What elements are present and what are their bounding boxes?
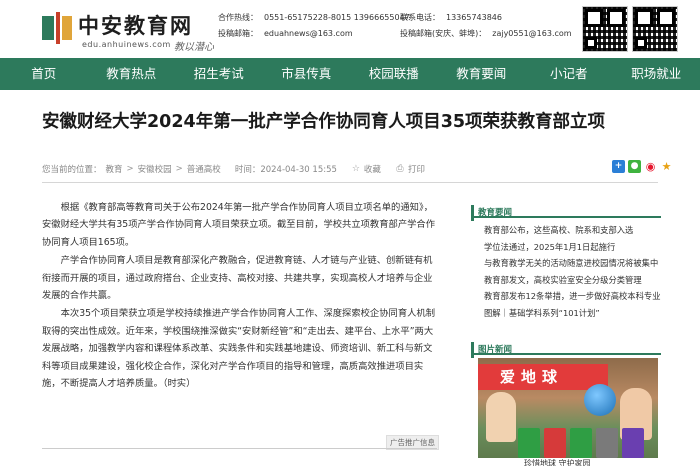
article-bottom-divider — [42, 448, 437, 449]
star-share-icon[interactable]: ★ — [660, 160, 673, 173]
qr-code-icon — [582, 6, 628, 52]
article-paragraph: 产学合作协同育人项目是教育部深化产教融合，促进教育链、人才链与产业链、创新链有机… — [42, 255, 433, 302]
title-divider — [42, 182, 658, 183]
print-link[interactable]: 打印 — [408, 163, 425, 175]
sidebar-news: 教育要闻 教育部公布，这些高校、院系和支部入选 学位法通过，2025年1月1日起… — [471, 200, 661, 322]
wechat-icon[interactable]: ● — [628, 160, 641, 173]
share-bar: + ● ◉ ★ — [612, 160, 676, 173]
nav-item-home[interactable]: 首页 — [0, 58, 88, 90]
logo-url: edu.anhuinews.com — [82, 40, 171, 49]
sidebar-news-list: 教育部公布，这些高校、院系和支部入选 学位法通过，2025年1月1日起施行 与教… — [471, 218, 661, 322]
recycle-bin-icon — [518, 428, 540, 458]
main-nav: 首页 教育热点 招生考试 市县传真 校园联播 教育要闻 小记者 职场就业 — [0, 58, 700, 90]
breadcrumb-sep: > — [126, 164, 134, 174]
logo-mark-icon — [42, 12, 72, 44]
breadcrumb-university[interactable]: 普通高校 — [187, 163, 221, 175]
weibo-icon[interactable]: ◉ — [644, 160, 657, 173]
picture-news-image[interactable]: 爱地球 — [478, 358, 658, 458]
breadcrumb-sep: > — [175, 164, 183, 174]
nav-item-reporter[interactable]: 小记者 — [525, 58, 613, 90]
breadcrumb-campus[interactable]: 安徽校园 — [138, 163, 172, 175]
sidebar-pictures: 图片新闻 — [471, 337, 661, 358]
nav-item-county[interactable]: 市县传真 — [263, 58, 351, 90]
site-header: 中安教育网 edu.anhuinews.com 教以潜心 合作热线： 0551-6… — [0, 0, 700, 58]
article-paragraph: 根据《教育部高等教育司关于公布2024年第一批产学合作协同育人项目立项名单的通知… — [42, 202, 436, 248]
article-paragraph: 本次35个项目荣获立项是学校持续推进产学合作协同育人工作、深度探索校企协同育人机… — [42, 308, 436, 390]
article-meta: 您当前的位置： 教育 > 安徽校园 > 普通高校 时间：2024-04-30 1… — [42, 163, 429, 175]
breadcrumb-education[interactable]: 教育 — [106, 163, 123, 175]
picture-banner-text: 爱地球 — [478, 364, 608, 390]
picture-caption[interactable]: 珍惜地球 守护家园 — [524, 458, 591, 466]
share-plus-icon[interactable]: + — [612, 160, 625, 173]
list-item[interactable]: 学位法通过，2025年1月1日起施行 — [471, 239, 661, 256]
breadcrumb-label: 您当前的位置： — [42, 165, 102, 175]
submit-email: 投稿邮箱： eduahnews@163.com — [218, 29, 353, 38]
recycle-bin-icon — [570, 428, 592, 458]
nav-item-career[interactable]: 职场就业 — [613, 58, 700, 90]
nav-item-exam[interactable]: 招生考试 — [175, 58, 263, 90]
sidebar-news-heading: 教育要闻 — [471, 200, 661, 221]
list-item[interactable]: 教育部公布，这些高校、院系和支部入选 — [471, 222, 661, 239]
nav-item-news[interactable]: 教育要闻 — [438, 58, 526, 90]
coop-hotline: 合作热线： 0551-65175228-8015 13966655047 — [218, 13, 410, 22]
nav-item-hot[interactable]: 教育热点 — [88, 58, 176, 90]
logo-text: 中安教育网 — [78, 13, 193, 38]
list-item[interactable]: 教育部发布12条举措，进一步做好高校本科专业 — [471, 288, 661, 305]
logo-signature: 教以潜心 — [174, 42, 214, 53]
recycle-bin-icon — [622, 428, 644, 458]
list-item[interactable]: 图解｜基础学科系列“101计划” — [471, 305, 661, 322]
list-item[interactable]: 与教育教学无关的活动随意进校园情况将被集中 — [471, 255, 661, 272]
sidebar-pictures-heading: 图片新闻 — [471, 337, 661, 358]
list-item[interactable]: 教育部发文，高校实验室安全分级分类管理 — [471, 272, 661, 289]
qr-code-icon — [632, 6, 678, 52]
recycle-bin-icon — [544, 428, 566, 458]
recycle-bin-icon — [596, 428, 618, 458]
globe-icon — [584, 384, 616, 416]
article-title: 安徽财经大学2024年第一批产学合作协同育人项目35项荣获教育部立项 — [42, 112, 606, 132]
star-icon[interactable]: ☆ — [351, 164, 361, 174]
site-logo[interactable]: 中安教育网 edu.anhuinews.com 教以潜心 — [42, 10, 217, 53]
branch-email: 投稿邮箱(安庆、蚌埠)： zajy0551@163.com — [400, 29, 572, 38]
article-time: 时间：2024-04-30 15:55 — [234, 165, 337, 175]
article-body: 根据《教育部高等教育司关于公布2024年第一批产学合作协同育人项目立项名单的通知… — [42, 199, 435, 393]
contact-phone: 联系电话： 13365743846 — [400, 13, 502, 22]
nav-item-campus[interactable]: 校园联播 — [350, 58, 438, 90]
printer-icon[interactable]: ⎙ — [395, 164, 405, 174]
favorite-link[interactable]: 收藏 — [364, 163, 381, 175]
child-figure — [486, 392, 516, 442]
